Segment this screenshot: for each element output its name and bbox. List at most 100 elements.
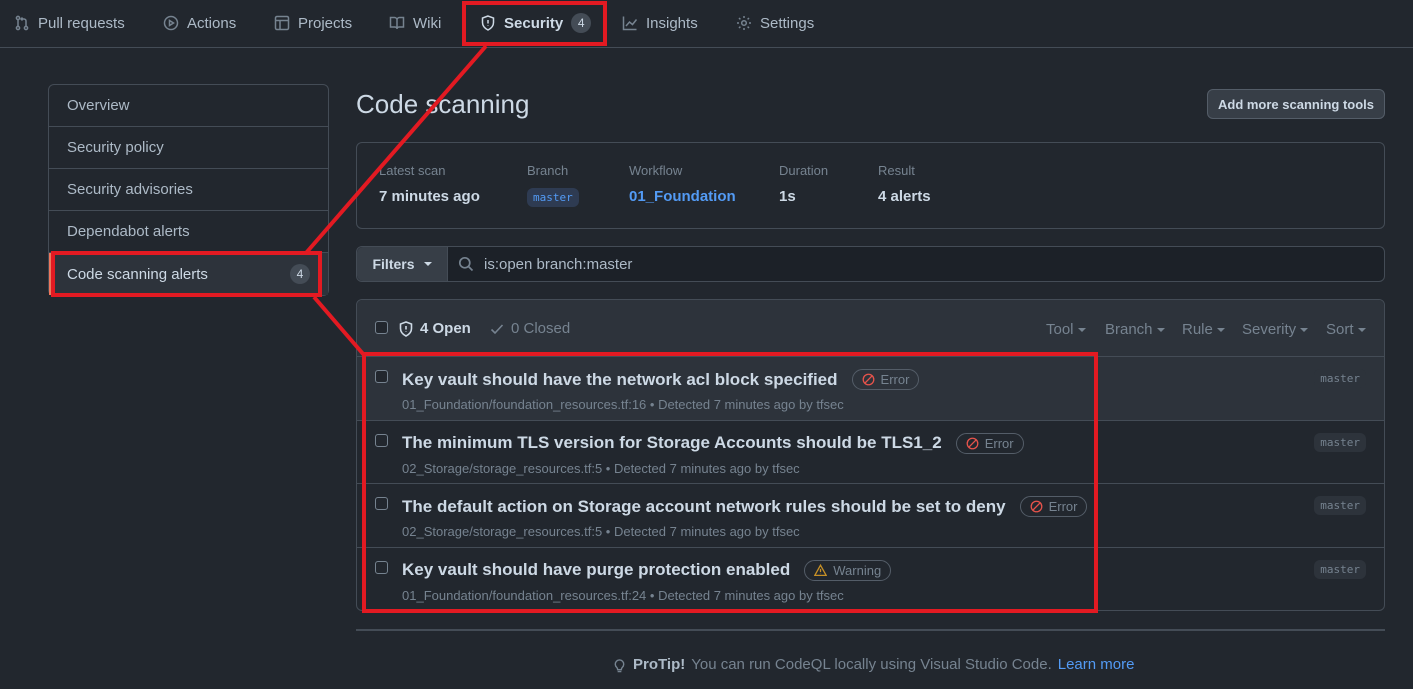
severity-label: Error	[880, 372, 910, 387]
caret-down-icon	[423, 262, 432, 266]
alert-title-link[interactable]: Key vault should have purge protection e…	[402, 560, 790, 580]
tool-filter-dropdown[interactable]: Tool	[1046, 321, 1086, 338]
scan-latest-value: 7 minutes ago	[379, 188, 480, 205]
alert-row[interactable]: The minimum TLS version for Storage Acco…	[357, 421, 1384, 484]
alerts-list: 4 Open 0 Closed Tool Branch Rule Severit…	[356, 299, 1385, 611]
sidebar-item-label: Security policy	[67, 139, 164, 156]
alert-checkbox[interactable]	[375, 497, 388, 510]
active-tab-underline	[476, 44, 590, 46]
graph-icon	[622, 16, 638, 31]
tab-label: Settings	[760, 14, 815, 32]
sidebar-item-overview[interactable]: Overview	[49, 85, 328, 127]
search-input[interactable]	[484, 255, 1284, 273]
caret-down-icon	[1156, 328, 1165, 333]
tab-actions[interactable]: Actions	[163, 0, 236, 46]
tab-security[interactable]: Security 4	[480, 0, 592, 46]
sidebar-item-security-policy[interactable]: Security policy	[49, 127, 328, 169]
scan-workflow-label: Workflow	[629, 163, 683, 178]
table-icon	[274, 15, 290, 31]
alert-branch-label: master	[1314, 369, 1366, 388]
sidebar-item-label: Security advisories	[67, 181, 193, 198]
learn-more-link[interactable]: Learn more	[1058, 656, 1135, 673]
stop-icon	[1030, 500, 1043, 513]
severity-filter-dropdown[interactable]: Severity	[1242, 321, 1309, 338]
scan-workflow-link[interactable]: 01_Foundation	[629, 188, 736, 205]
tab-wiki[interactable]: Wiki	[389, 0, 441, 46]
sidebar-item-code-scanning-alerts[interactable]: Code scanning alerts 4	[49, 253, 328, 295]
alert-row[interactable]: Key vault should have the network acl bl…	[357, 357, 1384, 421]
sidebar-item-label: Dependabot alerts	[67, 223, 190, 240]
scan-duration: Duration 1s	[779, 163, 828, 205]
alert-row[interactable]: The default action on Storage account ne…	[357, 484, 1384, 548]
open-count: 4 Open	[420, 320, 471, 337]
severity-badge: Error	[1019, 496, 1088, 517]
sort-dropdown[interactable]: Sort	[1326, 321, 1366, 338]
filters-button-label: Filters	[372, 256, 415, 272]
pull-request-icon	[15, 15, 29, 31]
stop-icon	[862, 373, 874, 386]
shield-icon	[481, 15, 495, 31]
alert-meta: 02_Storage/storage_resources.tf:5 • Dete…	[402, 460, 800, 476]
filter-bar: Filters	[356, 246, 1385, 282]
severity-label: Warning	[833, 562, 882, 578]
code-scanning-count-badge: 4	[290, 264, 310, 284]
tab-pull-requests[interactable]: Pull requests	[14, 0, 125, 46]
page-title: Code scanning	[356, 89, 530, 119]
caret-down-icon	[1216, 328, 1225, 333]
alert-checkbox[interactable]	[375, 370, 388, 383]
severity-filter-label: Severity	[1242, 321, 1297, 338]
tab-label: Projects	[298, 14, 353, 32]
alert-title-link[interactable]: The default action on Storage account ne…	[402, 497, 1006, 517]
tab-label: Wiki	[413, 14, 442, 32]
scan-result: Result 4 alerts	[878, 163, 931, 205]
warning-icon	[814, 563, 828, 576]
tab-settings[interactable]: Settings	[736, 0, 814, 46]
alert-meta: 01_Foundation/foundation_resources.tf:16…	[402, 397, 844, 412]
sidebar-item-label: Overview	[67, 97, 130, 114]
add-scanning-tools-button[interactable]: Add more scanning tools	[1207, 89, 1385, 119]
alert-branch-label: master	[1314, 432, 1366, 452]
severity-badge: Warning	[804, 559, 892, 581]
security-count-badge: 4	[571, 13, 592, 33]
shield-icon	[399, 320, 413, 337]
scan-branch-label: Branch	[527, 163, 569, 178]
scan-duration-value: 1s	[779, 188, 796, 205]
scan-result-label: Result	[878, 163, 915, 178]
scan-branch-pill[interactable]: master	[527, 188, 579, 207]
rule-filter-dropdown[interactable]: Rule	[1182, 321, 1225, 338]
alert-row[interactable]: Key vault should have purge protection e…	[357, 548, 1384, 611]
protip-text: You can run CodeQL locally using Visual …	[691, 656, 1052, 673]
open-alerts-toggle[interactable]: 4 Open	[398, 320, 471, 337]
severity-label: Error	[1048, 499, 1078, 514]
alert-checkbox[interactable]	[375, 560, 388, 574]
search-icon	[458, 256, 474, 272]
footer-divider	[356, 629, 1385, 631]
light-bulb-icon	[614, 658, 625, 672]
alert-branch-label: master	[1314, 496, 1366, 515]
alert-title-link[interactable]: Key vault should have the network acl bl…	[402, 370, 838, 390]
protip: ProTip! You can run CodeQL locally using…	[612, 656, 1134, 673]
tab-label: Actions	[187, 14, 237, 32]
tab-projects[interactable]: Projects	[274, 0, 352, 46]
latest-scan-summary: Latest scan 7 minutes ago Branch master …	[356, 142, 1385, 229]
tool-filter-label: Tool	[1046, 321, 1074, 338]
sidebar-item-security-advisories[interactable]: Security advisories	[49, 169, 328, 211]
caret-down-icon	[1077, 328, 1086, 333]
security-sidebar: Overview Security policy Security adviso…	[48, 84, 329, 296]
alert-meta: 01_Foundation/foundation_resources.tf:24…	[402, 587, 844, 603]
alert-checkbox[interactable]	[375, 433, 388, 447]
sidebar-item-dependabot-alerts[interactable]: Dependabot alerts	[49, 211, 328, 253]
scan-branch: Branch master	[527, 163, 579, 207]
branch-filter-dropdown[interactable]: Branch	[1105, 321, 1165, 338]
alert-title-link[interactable]: The minimum TLS version for Storage Acco…	[402, 433, 942, 453]
scan-workflow: Workflow 01_Foundation	[629, 163, 736, 205]
book-icon	[389, 16, 405, 30]
closed-alerts-toggle[interactable]: 0 Closed	[489, 320, 570, 337]
select-all-checkbox[interactable]	[375, 321, 388, 334]
filters-button[interactable]: Filters	[357, 247, 448, 281]
protip-label: ProTip!	[633, 656, 686, 673]
tab-insights[interactable]: Insights	[622, 0, 698, 46]
search-wrap	[448, 247, 1384, 281]
rule-filter-label: Rule	[1182, 321, 1213, 338]
caret-down-icon	[1357, 328, 1366, 333]
